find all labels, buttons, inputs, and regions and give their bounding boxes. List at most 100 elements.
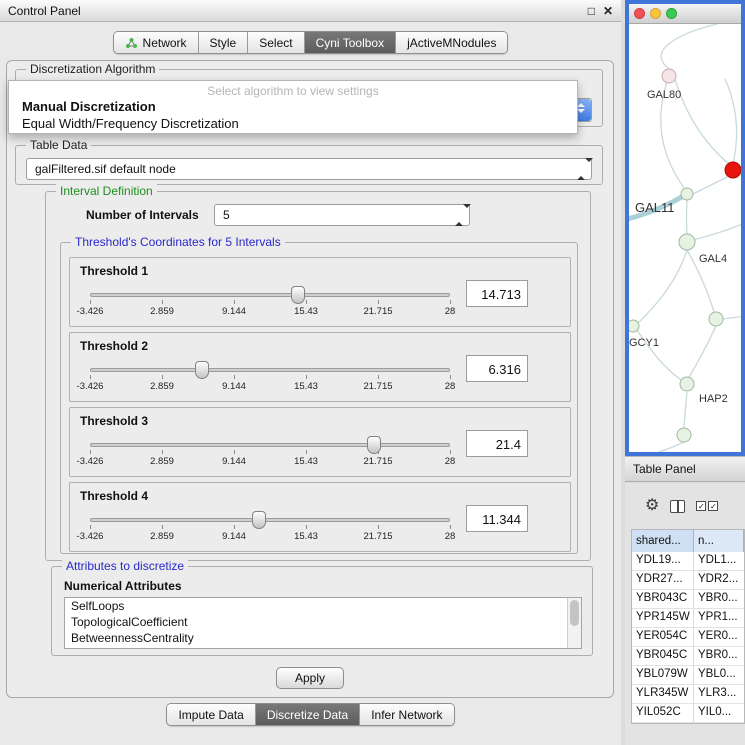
table-data-group: Table Data galFiltered.sif default node — [15, 145, 603, 185]
tab-label: jActiveMNodules — [407, 36, 496, 50]
slider-tick-mark — [450, 300, 451, 304]
node-label: GCY1 — [629, 337, 659, 349]
tab-jactivemnodules[interactable]: jActiveMNodules — [395, 32, 507, 53]
node-label: HAP2 — [699, 393, 728, 405]
tab-cyni-toolbox[interactable]: Cyni Toolbox — [304, 32, 395, 53]
column-header[interactable]: shared... — [632, 530, 694, 552]
table-row[interactable]: YLR345WYLR3... — [632, 685, 744, 704]
slider-tick-mark — [306, 450, 307, 454]
slider-track[interactable] — [90, 293, 450, 297]
table-cell[interactable]: YBR045C — [632, 647, 694, 665]
slider-tick-label: -3.426 — [77, 381, 104, 392]
threshold-value-field[interactable]: 6.316 — [466, 355, 528, 382]
attribute-list-item[interactable]: BetweennessCentrality — [65, 630, 581, 646]
threshold-3-slider[interactable]: -3.4262.8599.14415.4321.71528 — [90, 434, 450, 474]
tab-style[interactable]: Style — [198, 32, 248, 53]
threshold-value-field[interactable]: 11.344 — [466, 505, 528, 532]
table-cell[interactable]: YBR0... — [694, 590, 744, 608]
table-row[interactable]: YDL19...YDL1... — [632, 552, 744, 571]
tab-label: Network — [143, 36, 187, 50]
threshold-2-slider[interactable]: -3.4262.8599.14415.4321.71528 — [90, 359, 450, 399]
minimize-traffic-light-icon[interactable] — [650, 8, 661, 19]
table-row[interactable]: YER054CYER0... — [632, 628, 744, 647]
group-title: Discretization Algorithm — [26, 62, 159, 76]
table-row[interactable]: YBR043CYBR0... — [632, 590, 744, 609]
table-cell[interactable]: YPR1... — [694, 609, 744, 627]
table-row[interactable]: YDR27...YDR2... — [632, 571, 744, 590]
tab-network[interactable]: Network — [114, 32, 198, 53]
threshold-4-slider[interactable]: -3.4262.8599.14415.4321.71528 — [90, 509, 450, 549]
checkbox-icon: ✓ — [708, 501, 718, 511]
tab-label: Impute Data — [178, 708, 243, 722]
table-cell[interactable]: YBR0... — [694, 647, 744, 665]
tab-infer-network[interactable]: Infer Network — [359, 704, 453, 725]
slider-tick-label: 15.43 — [294, 531, 318, 542]
table-cell[interactable]: YDR27... — [632, 571, 694, 589]
slider-tick-mark — [162, 525, 163, 529]
table-cell[interactable]: YLR3... — [694, 685, 744, 703]
slider-track[interactable] — [90, 443, 450, 447]
tab-impute-data[interactable]: Impute Data — [167, 704, 254, 725]
table-cell[interactable]: YER0... — [694, 628, 744, 646]
column-header[interactable]: n... — [694, 530, 744, 552]
table-cell[interactable]: YBR043C — [632, 590, 694, 608]
table-cell[interactable]: YIL0... — [694, 704, 744, 722]
close-traffic-light-icon[interactable] — [634, 8, 645, 19]
table-data-combobox[interactable]: galFiltered.sif default node — [26, 158, 592, 180]
slider-thumb[interactable] — [252, 511, 266, 529]
table-cell[interactable]: YIL052C — [632, 704, 694, 722]
slider-tick-mark — [306, 375, 307, 379]
slider-tick-mark — [234, 525, 235, 529]
slider-tick-label: 2.859 — [150, 306, 174, 317]
number-of-intervals-combobox[interactable]: 5 — [214, 204, 470, 226]
slider-thumb[interactable] — [291, 286, 305, 304]
threshold-value-field[interactable]: 14.713 — [466, 280, 528, 307]
slider-thumb[interactable] — [367, 436, 381, 454]
close-icon[interactable]: ✕ — [603, 4, 613, 18]
apply-button[interactable]: Apply — [276, 667, 344, 689]
threshold-value-field[interactable]: 21.4 — [466, 430, 528, 457]
dropdown-option-manual-discretization[interactable]: Manual Discretization — [9, 98, 577, 115]
table-row[interactable]: YBR045CYBR0... — [632, 647, 744, 666]
table-cell[interactable]: YBL0... — [694, 666, 744, 684]
table-cell[interactable]: YDR2... — [694, 571, 744, 589]
gear-icon[interactable]: ⚙ — [645, 498, 659, 514]
network-node — [680, 377, 694, 391]
interval-definition-group: Interval Definition Number of Intervals … — [45, 191, 591, 561]
table-cell[interactable]: YER054C — [632, 628, 694, 646]
threshold-1-slider[interactable]: -3.4262.8599.14415.4321.71528 — [90, 284, 450, 324]
tab-discretize-data[interactable]: Discretize Data — [255, 704, 359, 725]
attribute-list-item[interactable]: SelfLoops — [65, 598, 581, 614]
slider-track[interactable] — [90, 368, 450, 372]
table-row[interactable]: YPR145WYPR1... — [632, 609, 744, 628]
list-scrollbar[interactable] — [567, 598, 581, 648]
select-columns-icon[interactable]: ✓ ✓ — [696, 501, 718, 511]
table-cell[interactable]: YLR345W — [632, 685, 694, 703]
slider-tick-label: 21.715 — [363, 531, 392, 542]
slider-tick-labels: -3.4262.8599.14415.4321.71528 — [90, 306, 450, 318]
tab-label: Cyni Toolbox — [316, 36, 384, 50]
columns-icon[interactable] — [670, 500, 685, 513]
slider-tick-label: 9.144 — [222, 306, 246, 317]
table-row[interactable]: YBL079WYBL0... — [632, 666, 744, 685]
zoom-traffic-light-icon[interactable] — [666, 8, 677, 19]
table-cell[interactable]: YDL19... — [632, 552, 694, 570]
dropdown-option-equal-width[interactable]: Equal Width/Frequency Discretization — [9, 115, 577, 132]
network-view-window[interactable]: GAL80 GAL11 GAL4 GCY1 HAP2 — [625, 0, 745, 456]
group-title: Interval Definition — [56, 184, 157, 198]
slider-thumb[interactable] — [195, 361, 209, 379]
float-window-icon[interactable]: □ — [588, 4, 595, 18]
slider-tick-mark — [378, 300, 379, 304]
table-cell[interactable]: YBL079W — [632, 666, 694, 684]
slider-tick-mark — [450, 525, 451, 529]
numerical-attributes-list[interactable]: SelfLoopsTopologicalCoefficientBetweenne… — [64, 597, 582, 649]
tab-select[interactable]: Select — [247, 32, 303, 53]
table-row[interactable]: YIL052CYIL0... — [632, 704, 744, 723]
slider-track[interactable] — [90, 518, 450, 522]
table-cell[interactable]: YPR145W — [632, 609, 694, 627]
network-canvas[interactable]: GAL80 GAL11 GAL4 GCY1 HAP2 — [629, 24, 741, 452]
attribute-list-item[interactable]: TopologicalCoefficient — [65, 614, 581, 630]
scrollbar-thumb[interactable] — [570, 600, 579, 626]
table-cell[interactable]: YDL1... — [694, 552, 744, 570]
slider-tick-label: 15.43 — [294, 306, 318, 317]
